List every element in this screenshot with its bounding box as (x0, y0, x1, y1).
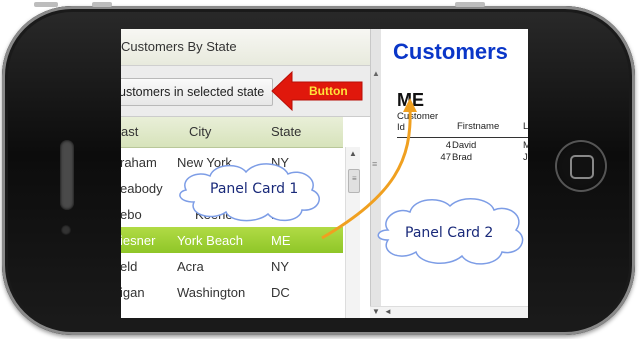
panel-card-2: Customers ME Customer Id Firstname L 4 D… (381, 29, 528, 318)
column-header-city[interactable]: City (189, 124, 211, 139)
header-divider (397, 137, 528, 138)
cell-state: NH (271, 207, 290, 222)
cell-last: iesner (121, 233, 156, 248)
grid-vertical-scrollbar[interactable]: ▲ ≡ (345, 147, 360, 318)
cell-customer-id: 4 (445, 140, 451, 151)
cell-state: NY (271, 259, 290, 274)
camera-icon (61, 225, 71, 235)
header-firstname: Firstname (457, 121, 500, 132)
annotation-panel-card-2: Panel Card 2 (405, 225, 494, 241)
cell-last: raham (121, 155, 157, 170)
annotation-button-label: Button (309, 84, 348, 98)
report-state: ME (397, 90, 424, 110)
scroll-down-icon[interactable]: ▼ (372, 307, 380, 316)
cell-last: eabody (121, 181, 163, 196)
column-header-last[interactable]: ast (121, 124, 138, 139)
table-row[interactable]: igan Washington DC (121, 279, 343, 305)
customers-in-selected-state-button[interactable]: ustomers in selected state (121, 78, 273, 106)
cell-last: M (523, 140, 528, 151)
cell-last: eld (121, 259, 138, 274)
table-row[interactable]: ebo Keene NH (121, 201, 343, 227)
button-label: ustomers in selected state (121, 85, 265, 99)
table-row[interactable]: eld Acra NY (121, 253, 343, 279)
cell-city: Washington (177, 285, 246, 300)
scroll-left-icon[interactable]: ◄ (384, 307, 392, 316)
left-panel-title: Customers By State (121, 39, 237, 54)
cell-last: J (523, 152, 528, 163)
speaker-grille (60, 140, 74, 210)
volume-button-top (34, 2, 58, 7)
splitter-grip-icon[interactable]: ≡ (372, 159, 377, 169)
cell-customer-id: 47 (440, 152, 451, 163)
grid-header: ast City State (121, 117, 343, 148)
table-row-selected[interactable]: iesner York Beach ME (121, 227, 343, 253)
scrollbar-thumb[interactable]: ≡ (348, 169, 360, 193)
customers-grid: ast City State raham New York NY eabody … (121, 116, 370, 318)
cell-city: York Beach (177, 233, 244, 248)
annotation-panel-card-1: Panel Card 1 (210, 181, 299, 197)
report-title: Customers (393, 39, 508, 64)
app-screen: Customers By State ustomers in selected … (121, 29, 528, 318)
cell-city: Acra (177, 259, 204, 274)
cell-state: DC (271, 285, 290, 300)
cell-firstname: David (452, 140, 477, 151)
home-square-icon (570, 155, 594, 179)
power-button (455, 2, 485, 7)
cell-city: New York (177, 155, 232, 170)
header-customer-id: Customer Id (397, 111, 439, 133)
cell-last: igan (121, 285, 145, 300)
cell-state: NY (271, 155, 290, 170)
header-last: L (523, 121, 528, 132)
splitter-up-icon[interactable]: ▲ (372, 69, 380, 78)
cell-state: ME (271, 233, 291, 248)
report-horizontal-scrollbar[interactable]: ▼ ◄ (370, 306, 528, 318)
table-row[interactable]: raham New York NY (121, 149, 343, 175)
scroll-up-icon[interactable]: ▲ (349, 149, 357, 158)
left-panel-header: Customers By State (121, 29, 370, 66)
column-header-state[interactable]: State (271, 124, 301, 139)
cell-last: ebo (121, 207, 142, 222)
cell-firstname: Brad (452, 152, 473, 163)
volume-button-bottom (92, 2, 112, 7)
panel-card-1: Customers By State ustomers in selected … (121, 29, 370, 318)
cell-city: Keene (195, 207, 233, 222)
